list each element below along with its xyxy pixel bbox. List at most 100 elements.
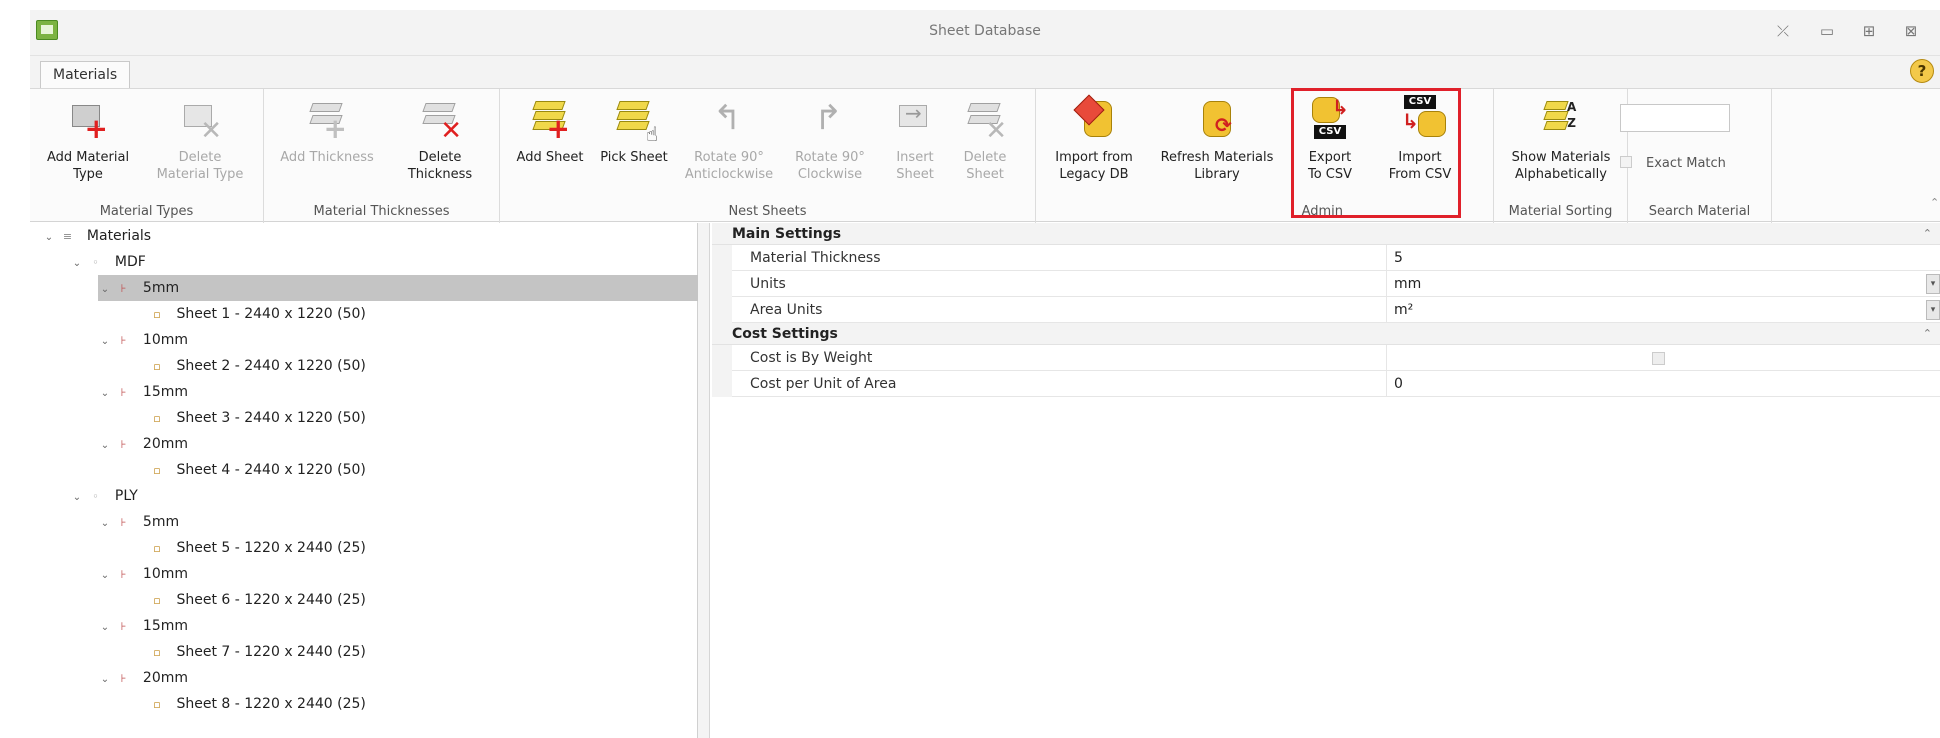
help-icon[interactable]: ? — [1910, 59, 1934, 83]
exact-match-check[interactable] — [1620, 156, 1632, 168]
collapse-icon[interactable]: ⌄ — [98, 615, 112, 641]
rotate-clockwise-button[interactable]: ↱ Rotate 90° Clockwise — [780, 95, 880, 183]
tree-node-mdf[interactable]: ⌄ ◦ MDF — [70, 249, 146, 275]
pin-icon[interactable]: ⤫ — [1770, 20, 1796, 42]
exact-match-label: Exact Match — [1646, 156, 1726, 171]
category-cost-settings[interactable]: Cost Settings ⌃ — [712, 323, 1940, 345]
tree-node-mdf-20mm[interactable]: ⌄ ⊦ 20mm — [98, 431, 188, 457]
prop-value[interactable]: 0 — [1394, 371, 1403, 397]
group-material-types: + Add Material Type ✕ Delete Material Ty… — [30, 89, 264, 223]
delete-material-type-button[interactable]: ✕ Delete Material Type — [150, 95, 250, 183]
tree-node-sheet-6[interactable]: ▫ Sheet 6 - 1220 x 2440 (25) — [150, 587, 366, 613]
delete-sheet-button[interactable]: ✕ Delete Sheet — [952, 95, 1018, 183]
tree-node-sheet-1[interactable]: ▫ Sheet 1 - 2440 x 1220 (50) — [150, 301, 366, 327]
tree-node-ply-10mm[interactable]: ⌄ ⊦ 10mm — [98, 561, 188, 587]
tree-node-ply-20mm[interactable]: ⌄ ⊦ 20mm — [98, 665, 188, 691]
tree-node-mdf-15mm[interactable]: ⌄ ⊦ 15mm — [98, 379, 188, 405]
collapse-icon[interactable]: ⌄ — [98, 563, 112, 589]
prop-cost-per-area[interactable]: Cost per Unit of Area 0 — [712, 371, 1940, 397]
add-sheet-button[interactable]: + Add Sheet — [510, 95, 590, 166]
insert-sheet-button[interactable]: → Insert Sheet — [882, 95, 948, 183]
collapse-icon[interactable]: ⌄ — [70, 485, 84, 511]
sheet-icon: ▫ — [153, 360, 161, 373]
cost-by-weight-checkbox[interactable] — [1652, 352, 1665, 365]
tree-node-label: Sheet 7 - 1220 x 2440 (25) — [176, 644, 366, 660]
prop-units[interactable]: Units mm ▾ — [712, 271, 1940, 297]
dropdown-icon[interactable]: ▾ — [1926, 300, 1940, 320]
delete-thickness-label: Delete Thickness — [407, 150, 473, 182]
import-csv-icon: CSV ↳ — [1396, 95, 1446, 143]
import-legacy-db-icon — [1070, 94, 1118, 143]
refresh-materials-library-button[interactable]: ⟳ Refresh Materials Library — [1152, 95, 1282, 183]
prop-area-units[interactable]: Area Units m² ▾ — [712, 297, 1940, 323]
show-alphabetically-button[interactable]: A Z Show Materials Alphabetically — [1502, 95, 1620, 183]
collapse-icon[interactable]: ⌄ — [98, 511, 112, 537]
export-to-csv-button[interactable]: ↳ CSV Export To CSV — [1298, 95, 1362, 183]
pick-sheet-icon: ☝ — [610, 95, 658, 144]
rotate-anticlockwise-label: Rotate 90° Anticlockwise — [684, 150, 774, 182]
collapse-icon[interactable]: ⌄ — [98, 433, 112, 459]
ribbon-collapse-icon[interactable]: ⌃ — [1930, 196, 1939, 209]
tree-node-label: 20mm — [142, 670, 188, 686]
collapse-icon[interactable]: ⌄ — [98, 329, 112, 355]
collapse-icon[interactable]: ⌃ — [1923, 223, 1932, 245]
tree-node-ply[interactable]: ⌄ ◦ PLY — [70, 483, 138, 509]
panel-splitter[interactable] — [698, 223, 710, 738]
prop-value[interactable]: 5 — [1394, 245, 1403, 271]
exact-match-checkbox[interactable]: Exact Match — [1620, 156, 1740, 176]
tree-node-label: MDF — [114, 254, 146, 270]
thickness-icon: ⊦ — [120, 568, 127, 581]
prop-material-thickness[interactable]: Material Thickness 5 — [712, 245, 1940, 271]
close-button[interactable]: ⊠ — [1898, 20, 1924, 42]
prop-value[interactable]: mm — [1394, 271, 1421, 297]
collapse-icon[interactable]: ⌄ — [98, 381, 112, 407]
rotate-anticlockwise-button[interactable]: ↰ Rotate 90° Anticlockwise — [674, 95, 784, 183]
thickness-icon: ⊦ — [120, 334, 127, 347]
maximize-button[interactable]: ⊞ — [1856, 20, 1882, 42]
material-icon: ◦ — [92, 490, 99, 503]
tree-node-sheet-3[interactable]: ▫ Sheet 3 - 2440 x 1220 (50) — [150, 405, 366, 431]
tree-node-sheet-5[interactable]: ▫ Sheet 5 - 1220 x 2440 (25) — [150, 535, 366, 561]
collapse-icon[interactable]: ⌄ — [98, 277, 112, 303]
tree-node-mdf-5mm[interactable]: ⌄ ⊦ 5mm — [98, 275, 698, 301]
delete-thickness-button[interactable]: ✕ Delete Thickness — [390, 95, 490, 183]
export-to-csv-label: Export To CSV — [1307, 150, 1353, 182]
sort-az-letters: A Z — [1567, 100, 1577, 130]
group-label-nest-sheets: Nest Sheets — [728, 204, 807, 219]
tree-node-label: 15mm — [142, 618, 188, 634]
prop-cost-by-weight[interactable]: Cost is By Weight — [712, 345, 1940, 371]
add-thickness-button[interactable]: + Add Thickness — [268, 95, 386, 166]
add-thickness-icon: + — [303, 95, 351, 143]
tree-node-sheet-8[interactable]: ▫ Sheet 8 - 1220 x 2440 (25) — [150, 691, 366, 717]
import-legacy-db-button[interactable]: Import from Legacy DB — [1044, 94, 1144, 183]
collapse-icon[interactable]: ⌄ — [98, 667, 112, 693]
import-from-csv-button[interactable]: CSV ↳ Import From CSV — [1378, 95, 1462, 183]
tree-node-mdf-10mm[interactable]: ⌄ ⊦ 10mm — [98, 327, 188, 353]
delete-thickness-icon: ✕ — [416, 95, 464, 144]
export-csv-tag: CSV — [1314, 125, 1346, 139]
thickness-icon: ⊦ — [120, 620, 127, 633]
dropdown-icon[interactable]: ▾ — [1926, 274, 1940, 294]
tree-node-sheet-4[interactable]: ▫ Sheet 4 - 2440 x 1220 (50) — [150, 457, 366, 483]
collapse-icon[interactable]: ⌄ — [70, 251, 84, 277]
tree-node-ply-5mm[interactable]: ⌄ ⊦ 5mm — [98, 509, 179, 535]
minimize-button[interactable]: ▭ — [1814, 20, 1840, 42]
collapse-icon[interactable]: ⌃ — [1923, 323, 1932, 345]
prop-value[interactable]: m² — [1394, 297, 1413, 323]
search-material-input[interactable] — [1620, 104, 1730, 132]
collapse-icon[interactable]: ⌄ — [42, 225, 56, 251]
category-main-settings[interactable]: Main Settings ⌃ — [712, 223, 1940, 245]
tree-node-ply-15mm[interactable]: ⌄ ⊦ 15mm — [98, 613, 188, 639]
tree-node-label: Sheet 6 - 1220 x 2440 (25) — [176, 592, 366, 608]
delete-material-type-label: Delete Material Type — [156, 150, 244, 182]
sheet-icon: ▫ — [153, 308, 161, 321]
group-material-thicknesses: + Add Thickness ✕ Delete Thickness Mater… — [264, 89, 500, 223]
tree-node-root[interactable]: ⌄ ≡ Materials — [42, 223, 151, 249]
tree-node-sheet-7[interactable]: ▫ Sheet 7 - 1220 x 2440 (25) — [150, 639, 366, 665]
pick-sheet-button[interactable]: ☝ Pick Sheet — [594, 95, 674, 166]
add-material-type-button[interactable]: + Add Material Type — [38, 95, 138, 183]
tree-node-sheet-2[interactable]: ▫ Sheet 2 - 2440 x 1220 (50) — [150, 353, 366, 379]
tab-materials[interactable]: Materials — [40, 61, 131, 89]
material-icon: ◦ — [92, 256, 99, 269]
prop-label: Units — [750, 276, 786, 292]
